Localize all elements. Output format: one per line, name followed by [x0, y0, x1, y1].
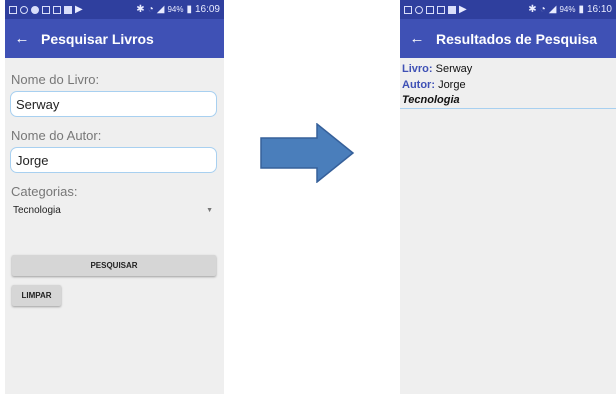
notification-icon [437, 5, 445, 14]
notification-icon [426, 5, 434, 14]
battery-level: 94% [559, 5, 576, 14]
page-title: Resultados de Pesquisa [436, 30, 598, 47]
status-right: ✱ ◔ ◢ 94% ▮ 16:09 [136, 4, 220, 15]
arrow-left-icon[interactable]: ← [11, 30, 33, 47]
battery-icon: ▮ [578, 4, 584, 15]
app-bar: ← Pesquisar Livros [5, 19, 224, 58]
clock: 16:09 [194, 4, 220, 15]
results-list: Livro: Serway Autor: Jorge Tecnologia [400, 58, 616, 109]
category-select[interactable]: Tecnologia ▼ [10, 203, 217, 216]
notification-icon [9, 5, 17, 14]
notification-icon [53, 5, 61, 14]
home-icon [448, 5, 456, 14]
category-label: Categorias: [11, 184, 78, 199]
play-icon: ▶ [75, 4, 83, 15]
author-name-input[interactable] [10, 147, 217, 173]
battery-level: 94% [167, 5, 184, 14]
category-selected-value: Tecnologia [13, 205, 61, 216]
book-key: Livro: [402, 63, 433, 75]
status-bar: ▶ ✱ ◔ ◢ 94% ▮ 16:09 [5, 0, 224, 19]
result-category: Tecnologia [402, 94, 460, 106]
search-button[interactable]: PESQUISAR [12, 255, 216, 276]
clock: 16:10 [586, 4, 612, 15]
arrow-left-icon[interactable]: ← [406, 30, 428, 47]
notification-icon [20, 5, 28, 14]
author-key: Autor: [402, 79, 435, 91]
author-name-label: Nome do Autor: [11, 128, 102, 143]
signal-icon: ◢ [156, 4, 165, 15]
wifi-icon: ◔ [539, 4, 546, 15]
book-value: Serway [435, 63, 473, 75]
result-author-line: Autor: Jorge [400, 77, 616, 93]
divider [400, 108, 616, 109]
search-screen: ▶ ✱ ◔ ◢ 94% ▮ 16:09 ← Pesquisar Livros N… [5, 0, 224, 394]
book-name-input[interactable] [10, 91, 217, 117]
status-bar: ▶ ✱ ◔ ◢ 94% ▮ 16:10 [400, 0, 616, 19]
notification-icon [404, 5, 412, 14]
notification-icons: ▶ [404, 4, 467, 15]
notification-icons: ▶ [9, 4, 83, 15]
status-right: ✱ ◔ ◢ 94% ▮ 16:10 [528, 4, 612, 15]
right-arrow-icon [260, 123, 355, 183]
author-value: Jorge [438, 79, 466, 91]
book-name-label: Nome do Livro: [11, 72, 100, 87]
notification-icon [42, 5, 50, 14]
bluetooth-icon: ✱ [528, 4, 537, 15]
play-icon: ▶ [459, 4, 467, 15]
wifi-icon: ◔ [147, 4, 154, 15]
dropdown-caret-icon: ▼ [206, 207, 213, 214]
home-icon [64, 5, 72, 14]
app-bar: ← Resultados de Pesquisa [400, 19, 616, 58]
bluetooth-icon: ✱ [136, 4, 145, 15]
notification-icon [31, 5, 39, 14]
signal-icon: ◢ [548, 4, 557, 15]
results-screen: ▶ ✱ ◔ ◢ 94% ▮ 16:10 ← Resultados de Pesq… [400, 0, 616, 394]
battery-icon: ▮ [186, 4, 192, 15]
result-book-line: Livro: Serway [400, 61, 616, 77]
page-title: Pesquisar Livros [41, 30, 154, 47]
clear-button[interactable]: LIMPAR [12, 285, 61, 306]
notification-icon [415, 5, 423, 14]
search-form: Nome do Livro: Nome do Autor: Categorias… [5, 58, 224, 216]
